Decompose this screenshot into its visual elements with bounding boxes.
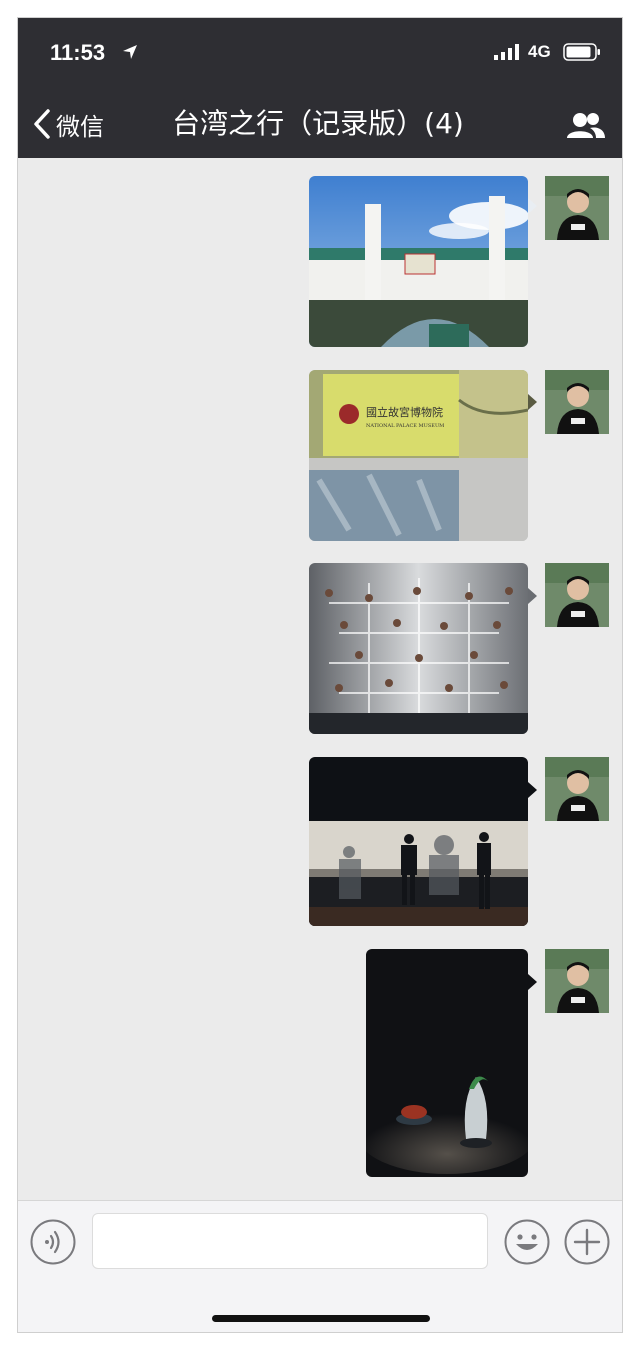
svg-text:國立故宮博物院: 國立故宮博物院	[366, 405, 443, 419]
avatar[interactable]	[545, 949, 609, 1013]
svg-text:NATIONAL PALACE MUSEUM: NATIONAL PALACE MUSEUM	[366, 423, 444, 429]
avatar[interactable]	[545, 563, 609, 627]
chevron-left-icon	[34, 109, 50, 139]
chat-title: 台湾之行（记录版）(4)	[172, 107, 464, 140]
voice-input-icon[interactable]	[30, 1219, 76, 1265]
image-message-display-case[interactable]	[309, 563, 528, 734]
nav-bar: 微信 台湾之行（记录版）(4)	[18, 106, 622, 146]
back-label: 微信	[56, 112, 104, 141]
battery-icon	[563, 43, 600, 61]
back-button[interactable]: 微信	[32, 106, 104, 142]
group-members-icon[interactable]	[566, 110, 606, 140]
bubble-tail	[528, 198, 537, 214]
phone-screen: 11:53 4G 微信 台湾之行（记录版）(4) 國立故宮博物院 NATIONA…	[17, 17, 623, 1333]
avatar[interactable]	[545, 176, 609, 240]
status-bar: 11:53 4G	[18, 38, 622, 68]
bubble-tail	[528, 588, 537, 604]
image-message-museum-sign[interactable]: 國立故宮博物院 NATIONAL PALACE MUSEUM	[309, 370, 528, 541]
emoji-icon[interactable]	[504, 1219, 550, 1265]
bubble-tail	[528, 782, 537, 798]
home-indicator[interactable]	[212, 1315, 430, 1322]
bubble-tail	[528, 394, 537, 410]
bubble-tail	[528, 974, 537, 990]
signal-bars-icon	[494, 44, 519, 60]
chat-input-bar	[18, 1200, 622, 1332]
image-message-exhibition[interactable]	[309, 757, 528, 926]
image-message-gateway[interactable]	[309, 176, 528, 347]
image-message-jade-exhibit[interactable]	[366, 949, 528, 1177]
status-time: 11:53	[50, 40, 106, 65]
message-input[interactable]	[92, 1213, 488, 1269]
header: 11:53 4G 微信 台湾之行（记录版）(4)	[18, 18, 622, 158]
network-type: 4G	[528, 42, 551, 61]
avatar[interactable]	[545, 757, 609, 821]
avatar[interactable]	[545, 370, 609, 434]
location-arrow-icon	[123, 45, 137, 59]
plus-icon[interactable]	[564, 1219, 610, 1265]
